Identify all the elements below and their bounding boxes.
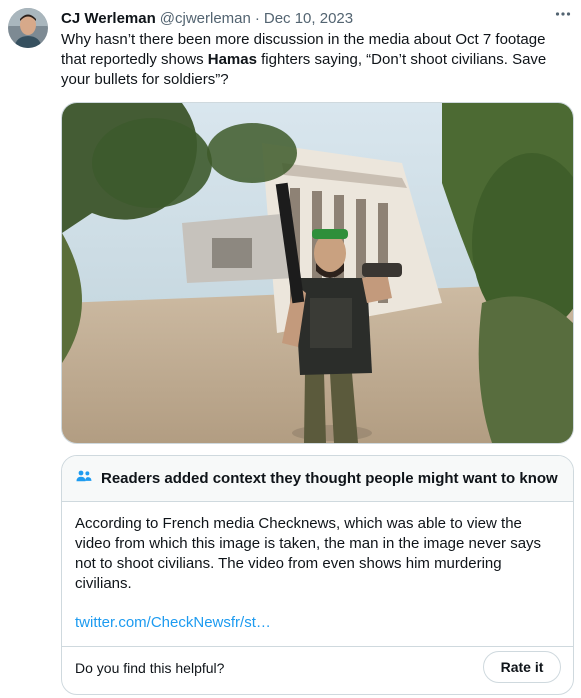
people-icon [75,467,93,490]
community-note-title: Readers added context they thought peopl… [101,470,558,487]
community-note-footer: Do you find this helpful? Rate it [62,646,573,694]
community-note: Readers added context they thought peopl… [61,455,574,695]
tweet-header: CJ Werleman @cjwerleman · Dec 10, 2023 [61,8,573,28]
helpful-prompt: Do you find this helpful? [75,660,225,676]
community-note-body: According to French media Checknews, whi… [75,515,542,592]
avatar[interactable] [8,8,48,48]
rate-it-button[interactable]: Rate it [483,651,561,683]
tweet-media-image[interactable] [61,102,574,444]
tweet-card: CJ Werleman @cjwerleman · Dec 10, 2023 W… [0,0,581,698]
tweet-date[interactable]: Dec 10, 2023 [264,10,353,27]
tweet-text-bold: Hamas [207,51,257,68]
author-name[interactable]: CJ Werleman [61,10,156,27]
community-note-header: Readers added context they thought peopl… [62,456,573,502]
tweet-text: Why hasn’t there been more discussion in… [61,30,566,90]
community-note-source-link[interactable]: twitter.com/CheckNewsfr/st… [75,614,271,631]
author-handle[interactable]: @cjwerleman [160,10,251,27]
separator-dot: · [254,9,260,27]
more-options-icon[interactable] [551,4,575,24]
